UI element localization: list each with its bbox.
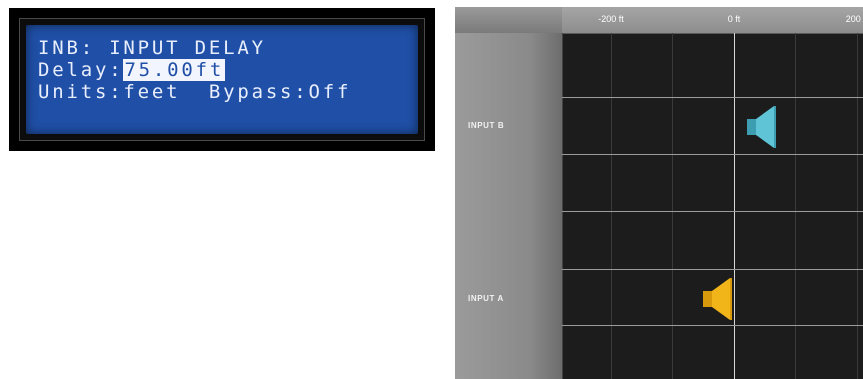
lcd-screen: INB: INPUT DELAY Delay:75.00ft Units:fee… (26, 25, 418, 134)
row-divider (562, 154, 863, 155)
row-divider (562, 211, 863, 212)
tick-label-zero: 0 ft (727, 14, 741, 24)
grid-line (672, 33, 673, 379)
speaker-icon[interactable] (744, 102, 778, 156)
distance-ruler: -200 ft 0 ft 200 ft (562, 7, 863, 34)
delay-panel: -200 ft 0 ft 200 ft INPUT B INPUT A (455, 7, 863, 379)
lcd-bezel: INB: INPUT DELAY Delay:75.00ft Units:fee… (19, 18, 425, 141)
lcd-title: INB: INPUT DELAY (38, 37, 266, 59)
zero-line (734, 33, 735, 379)
lcd-display: INB: INPUT DELAY Delay:75.00ft Units:fee… (9, 8, 435, 151)
lcd-delay-row: Delay:75.00ft (38, 59, 226, 81)
grid-line (857, 33, 858, 379)
panel-corner (455, 7, 562, 33)
tick-label-200: 200 ft (845, 14, 863, 24)
input-sidebar: INPUT B INPUT A (455, 33, 563, 379)
tick-label-neg200: -200 ft (598, 14, 624, 24)
lcd-units-bypass-row: Units:feet Bypass:Off (38, 81, 352, 103)
row-divider (562, 269, 863, 270)
speaker-icon[interactable] (700, 274, 734, 328)
delay-label: Delay: (38, 59, 124, 81)
input-a-label: INPUT A (468, 294, 504, 303)
grid-line (611, 33, 612, 379)
row-divider (562, 97, 863, 98)
input-b-label: INPUT B (468, 121, 505, 130)
delay-value[interactable]: 75.00ft (123, 59, 226, 81)
delay-grid (562, 33, 863, 379)
grid-line (795, 33, 796, 379)
